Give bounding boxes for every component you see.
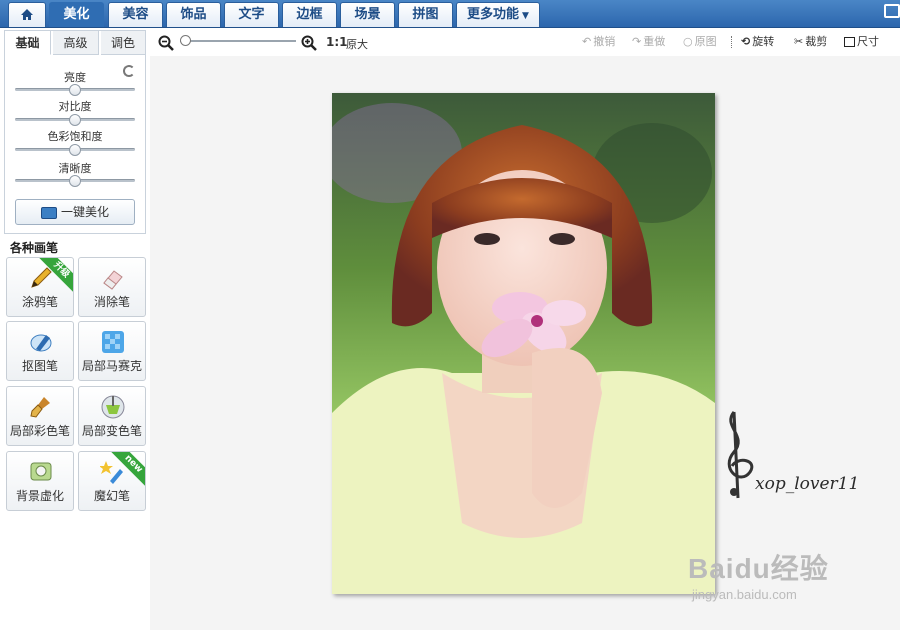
- undo-label: 撤销: [593, 35, 616, 48]
- subtab-advanced[interactable]: 高级: [53, 31, 99, 55]
- redo-icon: ↷: [632, 35, 642, 48]
- zoom-in-icon[interactable]: [301, 35, 317, 51]
- one-click-label: 一键美化: [60, 205, 109, 219]
- tool-label: 局部变色笔: [81, 424, 142, 438]
- redo-label: 重做: [643, 35, 666, 48]
- more-features-menu[interactable]: 更多功能 ▼: [456, 2, 540, 27]
- tab-label: 文字: [238, 7, 265, 22]
- tab-label: 美化: [63, 7, 90, 22]
- baidu-watermark: Baidu经验 jingyan.baidu.com: [688, 547, 829, 602]
- tab-frame[interactable]: 边框: [282, 2, 337, 27]
- tab-scene[interactable]: 场景: [340, 2, 395, 27]
- magic-pen-button[interactable]: new 魔幻笔: [78, 451, 146, 511]
- tab-label: 拼图: [412, 7, 439, 22]
- tab-label: 边框: [296, 7, 323, 22]
- tool-label: 局部彩色笔: [9, 424, 70, 438]
- subtab-label: 调色: [110, 36, 135, 50]
- pen-nib-icon: [30, 334, 52, 352]
- circle-icon: ○: [683, 35, 693, 48]
- local-recolor-pen-button[interactable]: 局部变色笔: [78, 386, 146, 446]
- rotate-icon: ⟲: [741, 35, 751, 48]
- slider-knob[interactable]: [69, 84, 81, 96]
- tab-beauty[interactable]: 美容: [108, 2, 163, 27]
- tool-label: 背景虚化: [15, 489, 64, 503]
- brightness-label: 亮度: [64, 71, 86, 84]
- resize-icon: [844, 37, 855, 47]
- doodle-pen-button[interactable]: 升级 涂鸦笔: [6, 257, 74, 317]
- brightness-slider[interactable]: [15, 84, 135, 96]
- paint-bucket-icon: [101, 395, 125, 419]
- eraser-pen-button[interactable]: 消除笔: [78, 257, 146, 317]
- mosaic-icon: [102, 331, 124, 353]
- tool-label: 抠图笔: [21, 359, 58, 373]
- chevron-down-icon: ▼: [522, 11, 529, 21]
- slider-knob[interactable]: [69, 144, 81, 156]
- tab-label: 饰品: [180, 7, 207, 22]
- home-tab[interactable]: [8, 2, 46, 27]
- magic-wand-icon: [40, 206, 57, 219]
- home-icon: [21, 9, 33, 20]
- tab-label: 场景: [354, 7, 381, 22]
- tab-text[interactable]: 文字: [224, 2, 279, 27]
- redo-button[interactable]: ↷ 重做: [632, 35, 665, 51]
- undo-button[interactable]: ↶ 撤销: [582, 35, 615, 51]
- edited-photo[interactable]: [332, 93, 715, 594]
- sharpness-label: 清晰度: [58, 162, 92, 175]
- sharpness-slider[interactable]: [15, 175, 135, 187]
- contrast-slider[interactable]: [15, 114, 135, 126]
- subtab-label: 基础: [15, 36, 40, 50]
- tool-label: 魔幻笔: [93, 489, 130, 503]
- original-label: 原图: [694, 35, 717, 48]
- eraser-icon: [103, 270, 123, 290]
- rotate-label: 旋转: [752, 35, 775, 48]
- tool-label: 局部马赛克: [81, 359, 142, 373]
- more-features-label: 更多功能: [467, 7, 520, 22]
- undo-icon: ↶: [582, 35, 592, 48]
- saturation-slider[interactable]: [15, 144, 135, 156]
- zoom-knob[interactable]: [180, 35, 191, 46]
- zoom-slider[interactable]: [180, 35, 296, 46]
- portrait-photo: [332, 93, 715, 594]
- top-menu-bar: 美化 美容 饰品 文字 边框 场景 拼图 更多功能 ▼: [0, 0, 900, 28]
- local-color-pen-button[interactable]: 局部彩色笔: [6, 386, 74, 446]
- blur-icon: [30, 462, 52, 481]
- actual-size-ratio[interactable]: 1:1: [326, 35, 348, 49]
- crop-label: 裁剪: [805, 35, 828, 48]
- slider-knob[interactable]: [69, 114, 81, 126]
- size-label: 尺寸: [857, 35, 879, 48]
- subtab-color[interactable]: 调色: [101, 31, 145, 55]
- tab-label: 美容: [122, 7, 149, 22]
- crop-button[interactable]: ✂ 裁剪: [794, 35, 827, 51]
- local-mosaic-button[interactable]: 局部马赛克: [78, 321, 146, 381]
- tab-beautify[interactable]: 美化: [49, 2, 104, 27]
- tool-label: 涂鸦笔: [21, 295, 58, 309]
- tab-accessories[interactable]: 饰品: [166, 2, 221, 27]
- original-size-button[interactable]: 原大: [346, 36, 368, 52]
- adjust-panel: 基础 高级 调色 亮度 对比度 色彩饱和度 清晰度 一键美化: [4, 30, 146, 234]
- watermark-url: jingyan.baidu.com: [692, 587, 797, 602]
- contrast-label: 对比度: [58, 100, 92, 113]
- paintbrush-icon: [30, 397, 50, 418]
- toolbar-divider: [731, 36, 733, 48]
- rotate-button[interactable]: ⟲ 旋转: [741, 35, 774, 51]
- original-image-button[interactable]: ○ 原图: [683, 35, 717, 51]
- subtab-label: 高级: [63, 36, 88, 50]
- one-click-beautify-button[interactable]: 一键美化: [15, 199, 135, 225]
- tab-collage[interactable]: 拼图: [398, 2, 453, 27]
- brushes-section-title: 各种画笔: [10, 241, 59, 255]
- slider-knob[interactable]: [69, 175, 81, 187]
- watermark-logo-text: Baidu经验: [688, 553, 829, 584]
- folder-icon[interactable]: [884, 4, 900, 18]
- resize-button[interactable]: 尺寸: [844, 35, 879, 51]
- tool-label: 消除笔: [93, 295, 130, 309]
- background-blur-button[interactable]: 背景虚化: [6, 451, 74, 511]
- zoom-out-icon[interactable]: [158, 35, 174, 51]
- saturation-label: 色彩饱和度: [47, 130, 103, 143]
- subtab-basic[interactable]: 基础: [5, 31, 51, 55]
- scissors-icon: ✂: [794, 35, 804, 48]
- cutout-pen-button[interactable]: 抠图笔: [6, 321, 74, 381]
- author-signature: xop_lover11: [755, 474, 860, 494]
